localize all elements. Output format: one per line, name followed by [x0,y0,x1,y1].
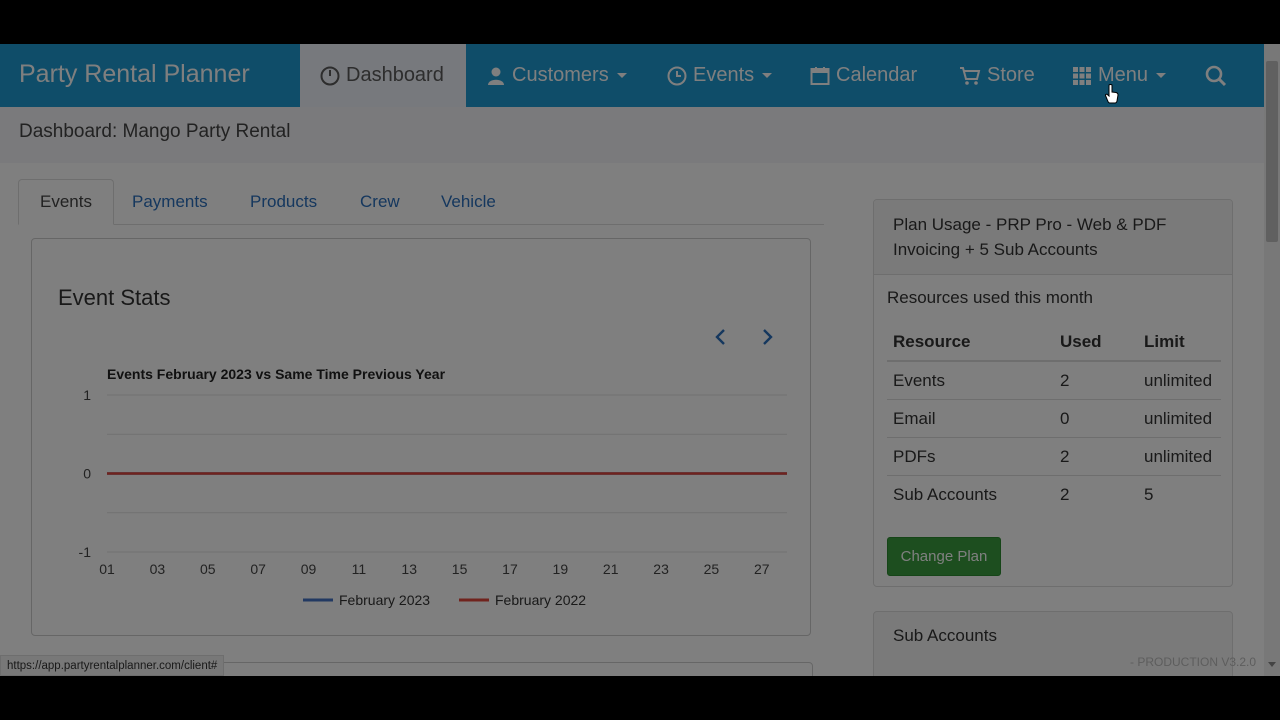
plan-usage-subtitle: Resources used this month [887,288,1093,307]
usage-table: Resource Used Limit Events 2 unlimited E… [887,324,1221,513]
x-tick-label: 21 [603,561,619,577]
used-cell: 0 [1054,399,1138,438]
grid-icon [1073,66,1091,85]
dashboard-icon [320,66,340,85]
scroll-down-icon[interactable] [1268,662,1276,667]
top-navbar: Party Rental Planner Dashboard Customers [0,44,1264,107]
nav-events-label: Events [693,64,755,86]
chevron-down-icon [616,73,627,78]
tab-vehicle[interactable]: Vehicle [420,179,517,224]
table-header-row: Resource Used Limit [887,324,1221,362]
table-row: PDFs 2 unlimited [887,437,1221,476]
event-stats-chart: Events February 2023 vs Same Time Previo… [79,366,787,608]
tab-payments[interactable]: Payments [111,179,229,224]
nav-customers-label: Customers [512,64,609,86]
search-button[interactable] [1205,44,1233,107]
resource-cell: PDFs [887,437,1054,476]
chevron-left-icon[interactable] [711,325,731,349]
nav-calendar[interactable]: Calendar [810,44,917,107]
page: Party Rental Planner Dashboard Customers [0,44,1264,676]
status-bar-url: https://app.partyrentalplanner.com/clien… [0,655,225,676]
nav-store-label: Store [987,64,1035,86]
plan-usage-title: Plan Usage - PRP Pro - Web & PDF Invoici… [893,215,1167,259]
tab-crew[interactable]: Crew [339,179,421,224]
browser-viewport: Party Rental Planner Dashboard Customers [0,44,1280,676]
breadcrumb: Dashboard: Mango Party Rental [0,107,1264,163]
x-tick-label: 05 [200,561,216,577]
nav-dashboard-label: Dashboard [346,64,444,86]
limit-cell: unlimited [1138,399,1221,438]
plan-usage-header: Plan Usage - PRP Pro - Web & PDF Invoici… [874,200,1232,275]
y-tick-label: 1 [83,387,91,403]
resource-cell: Events [887,360,1054,400]
y-tick-label: -1 [79,544,92,560]
chevron-down-icon [762,73,773,78]
table-row: Events 2 unlimited [887,360,1221,400]
used-cell: 2 [1054,437,1138,476]
tab-events[interactable]: Events [18,179,114,225]
column-header-limit: Limit [1138,324,1221,362]
brand-title[interactable]: Party Rental Planner [19,60,250,89]
legend-label: February 2023 [339,592,430,608]
x-tick-label: 07 [250,561,266,577]
nav-calendar-label: Calendar [836,64,918,86]
scrollbar-thumb[interactable] [1266,61,1278,242]
x-tick-label: 11 [352,561,367,577]
x-tick-label: 09 [301,561,317,577]
nav-menu-label: Menu [1098,64,1149,86]
column-header-used: Used [1054,324,1138,362]
nav-events[interactable]: Events [667,44,773,107]
x-tick-label: 01 [99,561,115,577]
nav-customers[interactable]: Customers [486,44,627,107]
chart-title: Events February 2023 vs Same Time Previo… [107,366,446,382]
cart-icon [960,66,981,85]
column-header-resource: Resource [887,324,1054,362]
resource-cell: Email [887,399,1054,438]
version-label: - PRODUCTION V3.2.0 [1130,655,1257,669]
nav-store[interactable]: Store [959,44,1035,107]
sub-accounts-title: Sub Accounts [893,626,997,645]
resource-cell: Sub Accounts [887,475,1054,513]
limit-cell: 5 [1138,475,1221,513]
x-tick-label: 19 [553,561,569,577]
x-tick-label: 17 [502,561,518,577]
search-icon [1205,65,1227,86]
user-icon [488,67,504,85]
used-cell: 2 [1054,475,1138,513]
x-tick-label: 27 [754,561,770,577]
limit-cell: unlimited [1138,360,1221,400]
table-row: Sub Accounts 2 5 [887,475,1221,513]
panel-title: Event Stats [58,285,171,310]
chevron-right-icon[interactable] [757,325,777,349]
page-title: Dashboard: Mango Party Rental [19,121,291,142]
nav-menu[interactable]: Menu [1072,44,1167,107]
tab-products[interactable]: Products [229,179,338,224]
plan-usage-panel: Plan Usage - PRP Pro - Web & PDF Invoici… [873,199,1233,587]
limit-cell: unlimited [1138,437,1221,476]
nav-dashboard[interactable]: Dashboard [300,44,466,107]
tab-bar: Events Payments Products Crew Vehicle [18,179,824,225]
used-cell: 2 [1054,360,1138,400]
x-tick-label: 03 [150,561,166,577]
calendar-icon [810,66,830,85]
legend-label: February 2022 [495,592,586,608]
change-plan-button[interactable]: Change Plan [887,537,1001,576]
clock-icon [667,66,687,85]
chevron-down-icon [1156,73,1167,78]
table-row: Email 0 unlimited [887,399,1221,438]
x-tick-label: 15 [452,561,468,577]
event-stats-panel: Event Stats Events February 2023 vs Same… [31,238,811,636]
x-tick-label: 13 [401,561,417,577]
x-tick-label: 25 [704,561,720,577]
y-tick-label: 0 [83,466,91,482]
x-tick-label: 23 [653,561,669,577]
page-scrollbar[interactable] [1264,44,1280,676]
